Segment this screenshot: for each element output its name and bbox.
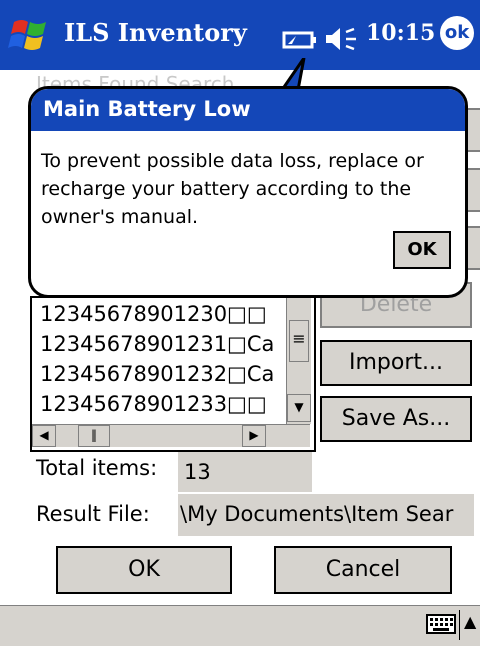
list-item[interactable]: 12345678901230□□ bbox=[40, 302, 284, 326]
list-item[interactable]: 12345678901231□Ca bbox=[40, 332, 284, 356]
vertical-scrollbar[interactable]: ≡ ▼ bbox=[286, 298, 311, 424]
menu-separator bbox=[459, 610, 460, 640]
import-button[interactable]: Import... bbox=[320, 340, 472, 386]
app-title: ILS Inventory bbox=[64, 18, 247, 47]
popup-title: Main Battery Low bbox=[43, 97, 251, 121]
cancel-button[interactable]: Cancel bbox=[274, 546, 452, 594]
total-items-value: 13 bbox=[178, 452, 312, 492]
horizontal-scrollbar[interactable]: ◀ ‖ ▶ bbox=[32, 424, 310, 447]
hidden-button-2 bbox=[466, 168, 480, 212]
speaker-icon[interactable] bbox=[322, 26, 360, 52]
popup-ok-button[interactable]: OK bbox=[393, 231, 451, 269]
hidden-button-1 bbox=[466, 108, 480, 152]
ok-button[interactable]: OK bbox=[56, 546, 232, 594]
popup-message: To prevent possible data loss, replace o… bbox=[41, 150, 424, 228]
scroll-thumb-icon[interactable]: ‖ bbox=[78, 425, 110, 447]
scroll-thumb-grip-icon[interactable]: ≡ bbox=[289, 320, 309, 362]
title-ok-button[interactable]: ok bbox=[440, 16, 474, 50]
up-arrow-icon[interactable]: ▲ bbox=[464, 612, 476, 631]
battery-icon[interactable] bbox=[282, 30, 318, 50]
scroll-left-arrow-icon[interactable]: ◀ bbox=[32, 425, 56, 447]
scroll-right-arrow-icon[interactable]: ▶ bbox=[242, 425, 266, 447]
menu-bar bbox=[0, 605, 480, 646]
result-file-value: \My Documents\Item Sear bbox=[178, 494, 474, 536]
list-item[interactable]: 12345678901232□Ca bbox=[40, 362, 284, 386]
keyboard-icon[interactable] bbox=[426, 612, 456, 636]
scroll-down-arrow-icon[interactable]: ▼ bbox=[287, 394, 311, 422]
windows-flag-icon[interactable] bbox=[8, 12, 54, 58]
save-as-button[interactable]: Save As... bbox=[320, 396, 472, 442]
clock[interactable]: 10:15 bbox=[366, 20, 435, 46]
battery-warning-popup: Main Battery Low To prevent possible dat… bbox=[28, 86, 468, 298]
hidden-button-3 bbox=[466, 226, 480, 270]
result-file-label: Result File: bbox=[36, 502, 150, 526]
list-item[interactable]: 12345678901233□□ bbox=[40, 392, 284, 416]
total-items-label: Total items: bbox=[36, 456, 158, 480]
